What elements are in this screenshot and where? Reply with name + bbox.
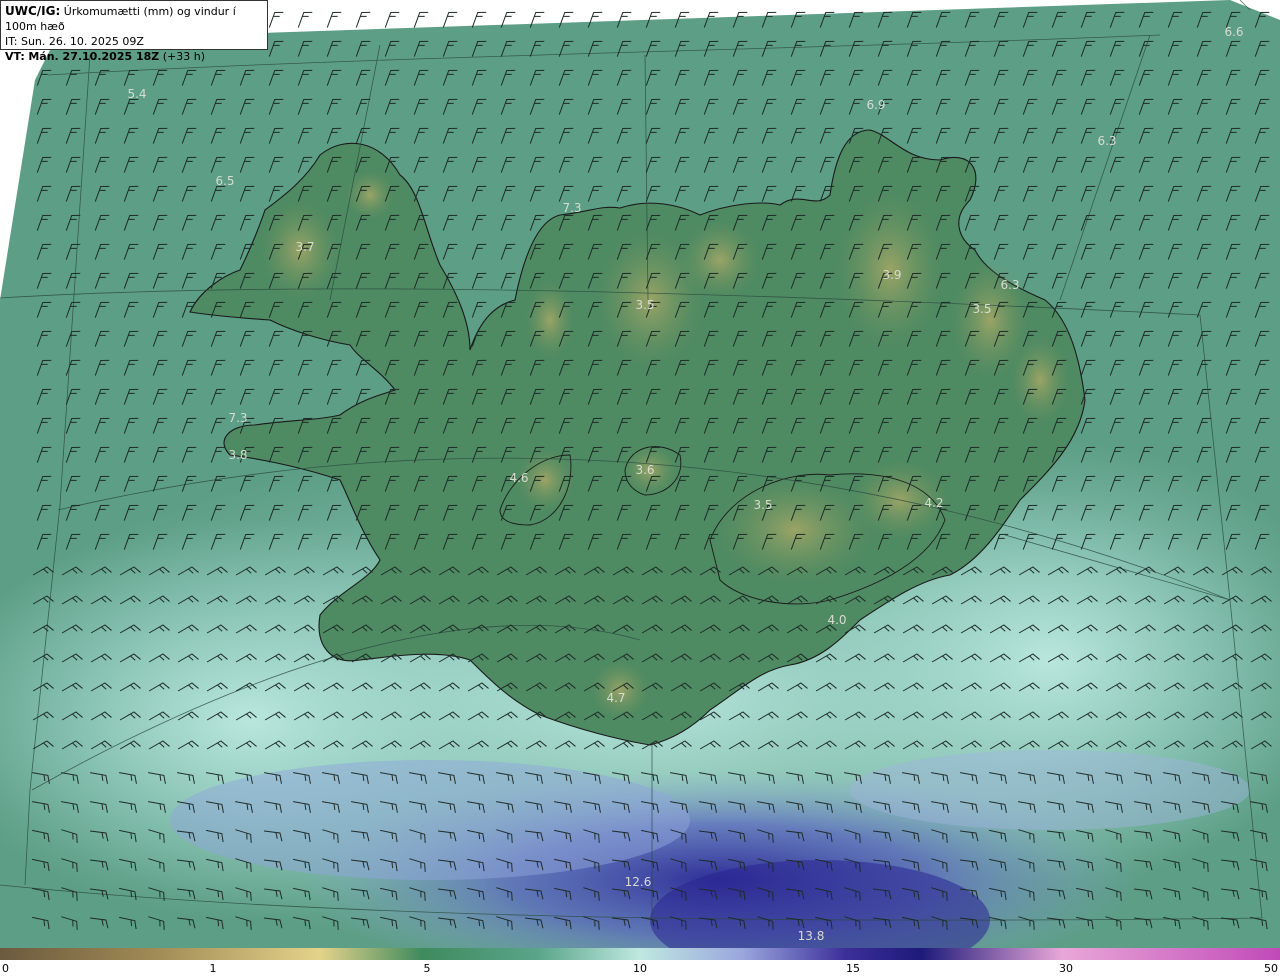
value-label: 3.8 bbox=[228, 448, 248, 462]
colorbar-tick: 0 bbox=[2, 962, 9, 975]
value-label: 3.9 bbox=[882, 268, 902, 282]
value-label: 6.5 bbox=[215, 174, 235, 188]
value-label: 5.4 bbox=[127, 87, 147, 101]
value-label: 6.6 bbox=[1224, 25, 1244, 39]
value-label: 12.6 bbox=[624, 875, 652, 889]
value-label: 3.5 bbox=[753, 498, 773, 512]
colorbar-tick: 15 bbox=[846, 962, 860, 975]
colorbar-tick: 1 bbox=[209, 962, 217, 975]
value-label: 3.7 bbox=[295, 240, 315, 254]
value-label: 3.5 bbox=[972, 302, 992, 316]
value-label: 6.9 bbox=[866, 98, 886, 112]
value-label: 3.5 bbox=[635, 298, 655, 312]
valid-time: Mán. 27.10.2025 18Z bbox=[28, 50, 160, 63]
value-label: 4.6 bbox=[509, 471, 529, 485]
value-label: 6.3 bbox=[1000, 278, 1020, 292]
colorbar-tick: 10 bbox=[633, 962, 647, 975]
issue-time: IT: Sun. 26. 10. 2025 09Z bbox=[5, 35, 144, 48]
lead-time: (+33 h) bbox=[162, 50, 206, 63]
colorbar bbox=[0, 948, 1280, 960]
value-label: 4.2 bbox=[924, 496, 944, 510]
colorbar-tick: 50 bbox=[1264, 962, 1278, 975]
value-label: 4.0 bbox=[827, 613, 847, 627]
value-label: 7.3 bbox=[228, 411, 248, 425]
value-label: 7.3 bbox=[562, 201, 582, 215]
valid-prefix: VT: bbox=[5, 50, 25, 63]
value-label: 3.6 bbox=[635, 463, 655, 477]
value-label: 13.8 bbox=[797, 929, 825, 943]
colorbar-tick: 30 bbox=[1059, 962, 1073, 975]
map-header: UWC/IG: Úrkomumætti (mm) og vindur í 100… bbox=[0, 0, 268, 63]
colorbar-tick: 5 bbox=[423, 962, 431, 975]
model-label: UWC/IG: bbox=[5, 4, 61, 18]
value-label: 6.3 bbox=[1097, 134, 1117, 148]
value-label: 4.7 bbox=[606, 691, 626, 705]
